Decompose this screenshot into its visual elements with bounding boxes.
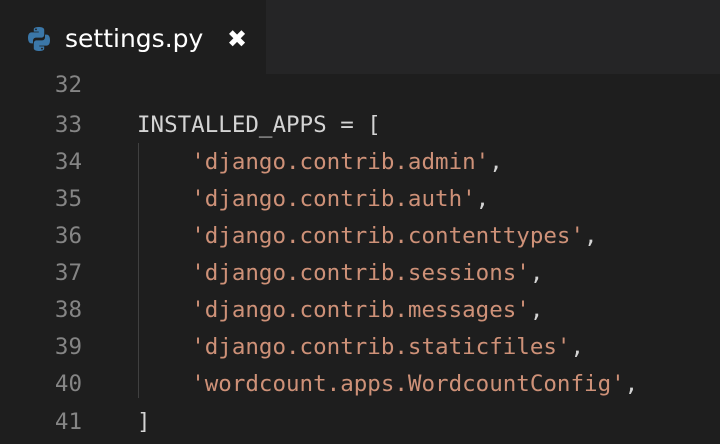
- line-number: 38: [54, 297, 82, 323]
- code-line: 41 ]: [0, 404, 720, 441]
- tab-bar: settings.py ✖: [0, 0, 720, 74]
- line-number: 35: [54, 186, 82, 212]
- string-literal: 'django.contrib.staticfiles': [191, 334, 571, 360]
- code-line: 36 'django.contrib.contenttypes',: [0, 218, 720, 255]
- indent-guide: [138, 143, 139, 398]
- line-number: 33: [54, 112, 82, 138]
- line-code: 'django.contrib.auth',: [191, 186, 490, 212]
- line-code: INSTALLED_APPS = [: [137, 112, 381, 138]
- close-icon[interactable]: ✖: [224, 24, 250, 54]
- code-line: 33 INSTALLED_APPS = [: [0, 107, 720, 144]
- code-line: 39 'django.contrib.staticfiles',: [0, 329, 720, 366]
- code-line: 40 'wordcount.apps.WordcountConfig',: [0, 366, 720, 403]
- line-code: 'django.contrib.contenttypes',: [191, 223, 598, 249]
- line-code: 'django.contrib.messages',: [191, 297, 544, 323]
- line-code: 'django.contrib.sessions',: [191, 260, 544, 286]
- line-number: 41: [54, 409, 82, 435]
- string-literal: 'django.contrib.contenttypes': [191, 223, 585, 249]
- line-number: 36: [54, 223, 82, 249]
- string-literal: 'django.contrib.admin': [191, 149, 490, 175]
- code-line: 34 'django.contrib.admin',: [0, 144, 720, 181]
- line-number: 39: [54, 334, 82, 360]
- line-code: 'wordcount.apps.WordcountConfig',: [191, 371, 639, 397]
- code-line: 32: [0, 67, 720, 104]
- line-code: ]: [137, 409, 151, 435]
- tab-label: settings.py: [65, 24, 204, 53]
- code-line: 37 'django.contrib.sessions',: [0, 255, 720, 292]
- string-literal: 'wordcount.apps.WordcountConfig': [191, 371, 625, 397]
- tab-settings-py[interactable]: settings.py ✖: [0, 0, 266, 74]
- line-number: 40: [54, 371, 82, 397]
- line-number: 37: [54, 260, 82, 286]
- python-icon: [27, 26, 51, 52]
- code-editor: settings.py ✖ 32 33 INSTALLED_APPS = [ 3…: [0, 0, 720, 444]
- code-line: 38 'django.contrib.messages',: [0, 292, 720, 329]
- line-number: 32: [54, 72, 82, 98]
- line-code: 'django.contrib.staticfiles',: [191, 334, 585, 360]
- string-literal: 'django.contrib.sessions': [191, 260, 530, 286]
- string-literal: 'django.contrib.auth': [191, 186, 476, 212]
- code-line: 35 'django.contrib.auth',: [0, 181, 720, 218]
- string-literal: 'django.contrib.messages': [191, 297, 530, 323]
- line-number: 34: [54, 149, 82, 175]
- code-area[interactable]: 32 33 INSTALLED_APPS = [ 34 'django.cont…: [0, 72, 720, 444]
- line-code: 'django.contrib.admin',: [191, 149, 503, 175]
